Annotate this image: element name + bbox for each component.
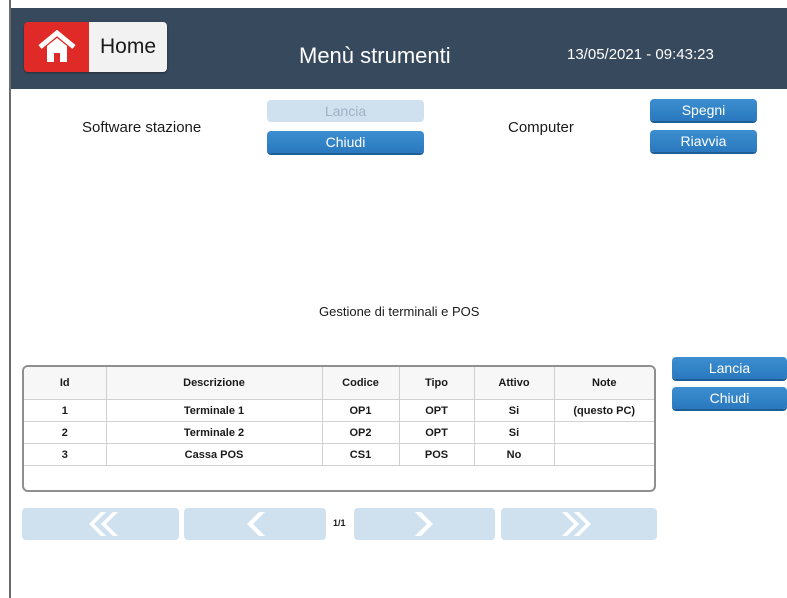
cell-description: Terminale 1	[105, 399, 323, 422]
computer-label: Computer	[508, 119, 574, 136]
terminals-close-button[interactable]: Chiudi	[672, 387, 787, 409]
cell-description: Terminale 2	[105, 421, 323, 444]
terminals-section-title: Gestione di terminali e POS	[319, 304, 480, 319]
chevron-left-icon	[247, 512, 265, 536]
cell-code: OP1	[321, 399, 400, 422]
column-header-active: Attivo	[473, 367, 555, 400]
cell-type: OPT	[398, 399, 475, 422]
cell-notes: (questo PC)	[553, 399, 654, 422]
next-page-button[interactable]	[354, 508, 495, 540]
cell-code: OP2	[321, 421, 400, 444]
cell-id: 2	[24, 421, 107, 444]
cell-active: Si	[473, 421, 555, 444]
cell-type: OPT	[398, 421, 475, 444]
date-time: 13/05/2021 - 09:43:23	[567, 46, 714, 63]
table-row[interactable]: 2 Terminale 2 OP2 OPT Si	[24, 421, 654, 444]
cell-notes	[553, 421, 654, 444]
page-indicator: 1/1	[333, 518, 346, 528]
last-page-button[interactable]	[501, 508, 657, 540]
table-header-row: Id Descrizione Codice Tipo Attivo Note	[24, 367, 654, 400]
double-chevron-left-icon	[88, 512, 118, 536]
column-header-code: Codice	[321, 367, 400, 400]
software-launch-button[interactable]: Lancia	[267, 100, 424, 122]
chevron-right-icon	[414, 512, 433, 536]
cell-type: POS	[398, 443, 475, 466]
cell-id: 3	[24, 443, 107, 466]
window-top-border	[0, 0, 787, 8]
window-left-border	[0, 0, 11, 598]
computer-shutdown-button[interactable]: Spegni	[650, 99, 757, 121]
computer-restart-button[interactable]: Riavvia	[650, 130, 757, 152]
cell-active: No	[473, 443, 555, 466]
previous-page-button[interactable]	[184, 508, 326, 540]
cell-description: Cassa POS	[105, 443, 323, 466]
double-chevron-right-icon	[562, 512, 591, 536]
software-station-label: Software stazione	[82, 119, 202, 136]
home-button[interactable]: Home	[24, 22, 167, 72]
page-title: Menù strumenti	[299, 43, 451, 68]
column-header-notes: Note	[553, 367, 654, 400]
cell-active: Si	[473, 399, 555, 422]
cell-notes	[553, 443, 654, 466]
table-row[interactable]: 3 Cassa POS CS1 POS No	[24, 443, 654, 466]
terminals-table: Id Descrizione Codice Tipo Attivo Note 1…	[22, 365, 656, 492]
cell-id: 1	[24, 399, 107, 422]
column-header-id: Id	[24, 367, 107, 400]
table-row[interactable]: 1 Terminale 1 OP1 OPT Si (questo PC)	[24, 399, 654, 422]
home-label: Home	[89, 22, 167, 72]
terminals-launch-button[interactable]: Lancia	[672, 357, 787, 379]
cell-code: CS1	[321, 443, 400, 466]
first-page-button[interactable]	[22, 508, 179, 540]
column-header-type: Tipo	[398, 367, 475, 400]
software-close-button[interactable]: Chiudi	[267, 131, 424, 153]
home-icon	[24, 22, 89, 72]
column-header-description: Descrizione	[105, 367, 323, 400]
